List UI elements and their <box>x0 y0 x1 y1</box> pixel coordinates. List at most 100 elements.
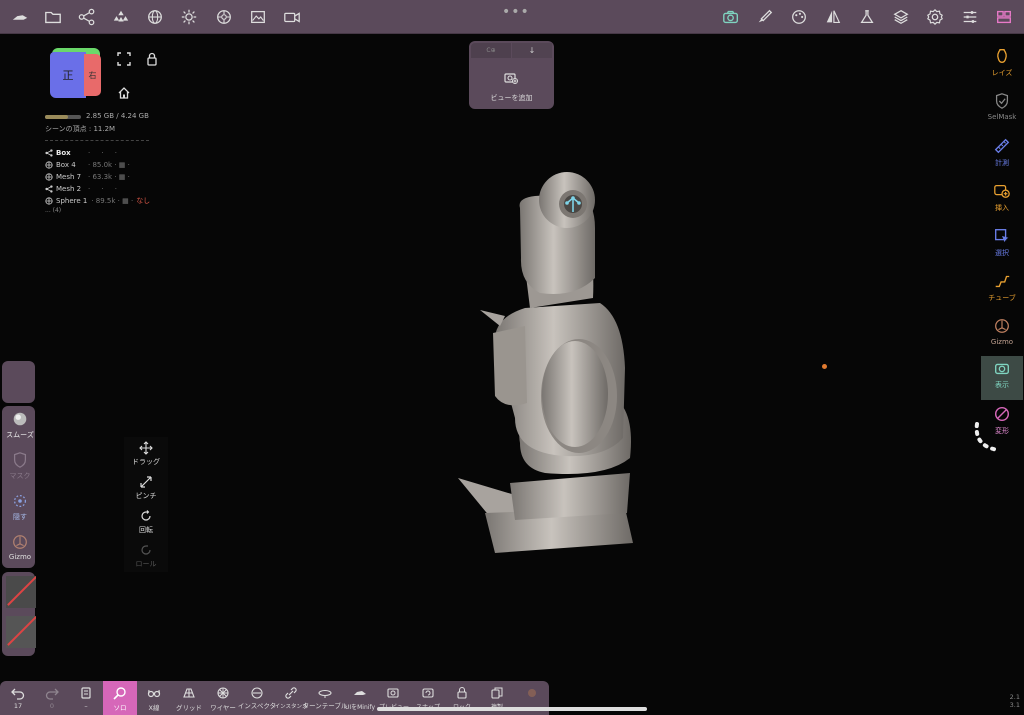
scene-item[interactable]: Mesh 7 · 63.3k · ▦ · <box>45 171 175 183</box>
tool-select[interactable]: 選択 <box>981 224 1023 268</box>
tool-gizmo[interactable]: Gizmo <box>981 314 1023 358</box>
wireframe-button[interactable]: ワイヤー <box>206 681 240 715</box>
primitives-icon[interactable] <box>111 7 131 27</box>
tool-view[interactable]: 表示 <box>981 356 1023 400</box>
globe-icon[interactable] <box>145 7 165 27</box>
lock-bottom-icon <box>457 687 467 699</box>
bottom-label: UIをMinify <box>344 704 376 711</box>
alpha-panel <box>2 572 36 656</box>
toolbar-scroll-handle-icon[interactable] <box>970 422 1002 454</box>
scene-item[interactable]: Sphere 1 · 89.5k · ▦ · なし <box>45 195 175 207</box>
add-view-button[interactable]: ビューを追加 <box>469 93 554 103</box>
alpha-thumbnail[interactable] <box>6 576 36 608</box>
mesh-icon <box>45 161 53 169</box>
pivot-point[interactable] <box>822 364 827 369</box>
memory-text: 2.85 GB / 4.24 GB <box>86 112 149 120</box>
folder-icon[interactable] <box>43 7 63 27</box>
scene-item[interactable]: Box · · · <box>45 147 175 159</box>
memory-bar <box>45 115 81 119</box>
gizmo-left-icon <box>13 535 27 549</box>
tool-mask[interactable]: マスク <box>4 447 36 487</box>
tool-label: Gizmo <box>990 338 1014 346</box>
preview-icon <box>387 688 399 698</box>
gesture-label: 回転 <box>139 526 153 534</box>
tool-measure[interactable]: 計測 <box>981 134 1023 178</box>
ruler-icon <box>994 138 1010 154</box>
scene-item-info: · 63.3k · ▦ · <box>88 173 130 181</box>
scene-item[interactable]: Mesh 2 · · · <box>45 183 175 195</box>
tools-grid-icon[interactable] <box>994 7 1014 27</box>
view-cube[interactable]: 正 右 <box>48 48 104 100</box>
tool-inflate[interactable]: レイズ <box>981 44 1023 88</box>
undo-icon <box>11 688 25 700</box>
more-options-handle[interactable]: ••• <box>502 4 530 20</box>
home-icon[interactable] <box>117 86 131 100</box>
grid-button[interactable]: グリッド <box>172 681 206 715</box>
layers-icon[interactable] <box>891 7 911 27</box>
tool-insert[interactable]: 挿入 <box>981 179 1023 223</box>
redo-count: 0 <box>49 702 55 710</box>
bottom-label: ワイヤー <box>210 704 236 712</box>
smooth-icon <box>13 412 27 426</box>
scene-list: Box · · · Box 4 · 85.0k · ▦ · Mesh 7 · 6… <box>45 147 175 216</box>
scene-more[interactable]: ... (4) <box>45 207 175 216</box>
camera-icon[interactable] <box>721 7 741 27</box>
gesture-roll: ロール <box>124 543 168 569</box>
paint-brush-icon[interactable] <box>755 7 775 27</box>
gesture-hints: ドラッグ ピンチ 回転 ロール <box>124 437 168 572</box>
symmetry-icon[interactable] <box>823 7 843 27</box>
add-view-camera-icon[interactable] <box>504 71 518 85</box>
sphere-icon <box>45 197 53 205</box>
history-button[interactable]: – <box>69 681 103 715</box>
xray-button[interactable]: X線 <box>137 681 171 715</box>
link-icon <box>285 687 297 699</box>
tool-tube[interactable]: チューブ <box>981 269 1023 313</box>
left-collapsed-panel[interactable] <box>2 361 35 403</box>
sliders-icon[interactable] <box>960 7 980 27</box>
cube-front-face[interactable]: 正 <box>50 52 86 98</box>
sculpt-model[interactable] <box>455 168 640 560</box>
extra-circle-icon <box>528 689 536 697</box>
bottom-label: グリッド <box>176 704 202 712</box>
rotate-icon <box>141 510 151 521</box>
flask-icon[interactable] <box>857 7 877 27</box>
bottom-label: ターンテーブル <box>302 702 348 710</box>
memory-bar-fill <box>45 115 69 119</box>
turntable-button[interactable]: ターンテーブル <box>303 681 347 715</box>
scene-item-name: Sphere 1 <box>56 197 88 205</box>
scene-item-info: · 85.0k · ▦ · <box>88 161 130 169</box>
view-tab-2[interactable]: ↓ <box>512 43 552 58</box>
image-icon[interactable] <box>248 7 268 27</box>
material-icon[interactable] <box>214 7 234 27</box>
transform-icon <box>994 406 1010 422</box>
fullscreen-icon[interactable] <box>117 52 131 66</box>
redo-icon <box>45 688 59 700</box>
scene-graph-icon[interactable] <box>77 7 97 27</box>
light-icon[interactable] <box>179 7 199 27</box>
tool-hide[interactable]: 隠す <box>4 488 36 528</box>
lock-icon[interactable] <box>145 52 159 66</box>
mask-shield-icon <box>13 452 27 468</box>
minify-ui-button[interactable]: UIをMinify <box>343 681 377 715</box>
nomad-logo-icon[interactable] <box>10 7 30 27</box>
video-camera-icon[interactable] <box>282 7 302 27</box>
scene-item[interactable]: Box 4 · 85.0k · ▦ · <box>45 159 175 171</box>
inspector-button[interactable]: インスペクタ <box>238 681 276 715</box>
tool-gizmo-left[interactable]: Gizmo <box>4 529 36 569</box>
settings-gear-icon[interactable] <box>925 7 945 27</box>
home-indicator[interactable] <box>377 707 647 711</box>
tool-selmask[interactable]: SelMask <box>981 89 1023 133</box>
view-tab-1[interactable]: C⊕ <box>471 43 511 58</box>
divider <box>45 140 149 141</box>
solo-button[interactable]: ソロ <box>103 681 137 715</box>
undo-button[interactable]: 17 <box>1 681 35 715</box>
palette-icon[interactable] <box>789 7 809 27</box>
texture-thumbnail[interactable] <box>6 616 36 648</box>
redo-button[interactable]: 0 <box>35 681 69 715</box>
search-icon <box>113 687 126 700</box>
left-tool-panel: スムーズ マスク 隠す Gizmo <box>2 406 35 568</box>
cube-side-face[interactable]: 右 <box>84 54 101 96</box>
mesh-icon <box>45 173 53 181</box>
undo-count: 17 <box>13 702 23 710</box>
tool-smooth[interactable]: スムーズ <box>4 406 36 446</box>
